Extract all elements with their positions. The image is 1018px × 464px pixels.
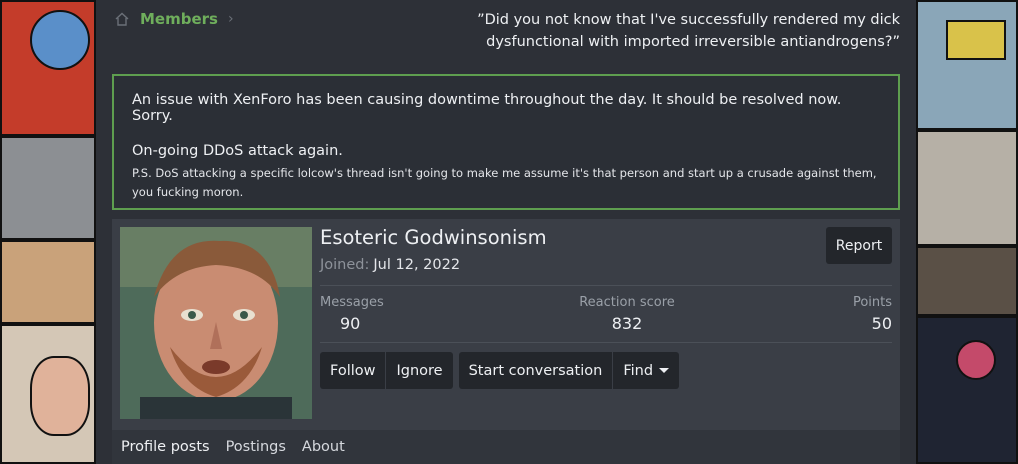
joined-info: Joined: Jul 12, 2022 xyxy=(320,257,460,273)
stat-reaction-score: Reaction score 832 xyxy=(572,295,682,333)
stat-points: Points 50 xyxy=(853,295,892,333)
stat-messages-value[interactable]: 90 xyxy=(340,314,384,333)
stat-reaction-value[interactable]: 832 xyxy=(572,314,682,333)
stat-points-value[interactable]: 50 xyxy=(853,314,892,333)
background-comic-left xyxy=(0,0,96,464)
profile-tabs: Profile posts Postings About xyxy=(112,430,900,464)
stat-reaction-label: Reaction score xyxy=(579,295,675,310)
member-name: Esoteric Godwinsonism xyxy=(320,226,547,249)
avatar[interactable] xyxy=(120,227,312,419)
tab-about[interactable]: About xyxy=(302,439,345,455)
joined-date: Jul 12, 2022 xyxy=(373,257,461,273)
caret-down-icon xyxy=(659,368,670,373)
divider xyxy=(320,342,892,343)
conversation-find-group: Start conversation Find xyxy=(458,352,680,389)
start-conversation-button[interactable]: Start conversation xyxy=(458,352,614,389)
stat-messages-label: Messages xyxy=(320,295,384,310)
site-tagline: ”Did you not know that I've successfully… xyxy=(477,12,900,50)
breadcrumb-members-link[interactable]: Members xyxy=(140,10,218,28)
member-profile-card: Esoteric Godwinsonism Joined: Jul 12, 202… xyxy=(112,219,900,464)
site-notice: An issue with XenForo has been causing d… xyxy=(112,74,900,210)
home-icon[interactable] xyxy=(114,11,130,27)
follow-button[interactable]: Follow xyxy=(320,352,387,389)
divider xyxy=(320,285,892,286)
follow-ignore-group: Follow Ignore xyxy=(320,352,453,389)
stat-points-label: Points xyxy=(852,295,892,310)
background-comic-right xyxy=(916,0,1018,464)
ignore-button[interactable]: Ignore xyxy=(386,352,453,389)
report-button[interactable]: Report xyxy=(826,227,892,264)
main-content: Members › ”Did you not know that I've su… xyxy=(96,0,916,464)
joined-label: Joined: xyxy=(320,257,370,273)
chevron-right-icon: › xyxy=(227,11,234,27)
stat-messages: Messages 90 xyxy=(320,295,384,333)
notice-line-1: An issue with XenForo has been causing d… xyxy=(132,92,842,124)
tab-postings[interactable]: Postings xyxy=(226,439,286,455)
breadcrumb: Members › xyxy=(114,10,234,28)
find-menu-button[interactable]: Find xyxy=(613,352,680,389)
tab-profile-posts[interactable]: Profile posts xyxy=(121,439,210,455)
profile-actions: Follow Ignore Start conversation Find xyxy=(320,352,685,389)
find-label: Find xyxy=(623,362,654,379)
notice-line-2: On-going DDoS attack again. xyxy=(132,143,343,159)
notice-line-3: P.S. DoS attacking a specific lolcow's t… xyxy=(132,166,877,199)
